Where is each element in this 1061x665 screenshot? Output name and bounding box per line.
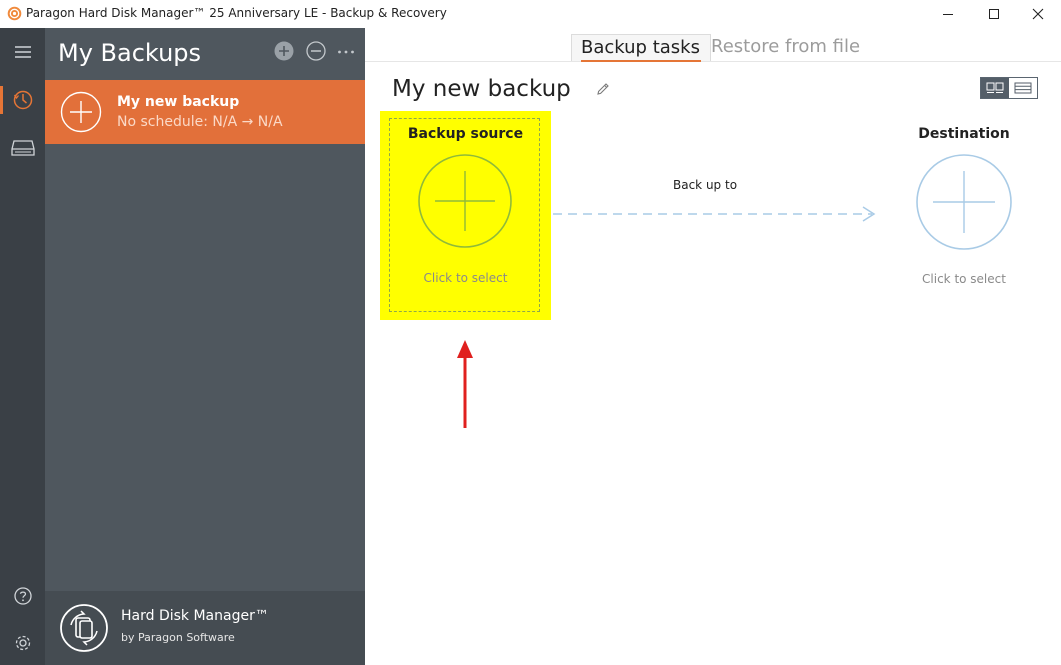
backup-item-name: My new backup (117, 94, 240, 110)
panel-title: My Backups (58, 39, 202, 67)
hard-disk-manager-logo-icon (60, 604, 108, 652)
add-destination-icon[interactable] (915, 153, 1013, 251)
active-tab-indicator (581, 60, 701, 62)
more-icon[interactable] (336, 41, 356, 61)
help-button[interactable] (0, 578, 45, 614)
list-view-button[interactable] (1009, 78, 1037, 98)
tiles-view-icon (986, 82, 1004, 93)
remove-icon[interactable] (306, 41, 326, 61)
dashed-arrow-icon (553, 206, 876, 222)
view-mode-toggle (980, 77, 1038, 99)
nav-rail (0, 28, 45, 665)
hamburger-icon (14, 46, 31, 58)
rail-item-disks[interactable] (0, 130, 45, 166)
backups-panel: My Backups My new backup No schedule: N/… (45, 28, 365, 665)
minimize-icon (943, 14, 953, 15)
main-content: Backup tasks Restore from file My new ba… (365, 28, 1061, 665)
title-bar: Paragon Hard Disk Manager™ 25 Anniversar… (0, 0, 1061, 28)
backup-source-card[interactable]: Backup source Click to select (380, 111, 551, 320)
list-view-icon (1014, 82, 1032, 94)
tab-restore-from-file[interactable]: Restore from file (711, 34, 860, 60)
product-vendor: by Paragon Software (121, 631, 235, 644)
product-name: Hard Disk Manager™ (121, 608, 269, 624)
tab-label: Backup tasks (581, 37, 700, 58)
close-icon (1032, 8, 1044, 20)
tiles-view-button[interactable] (981, 78, 1009, 98)
add-circle-icon (60, 91, 102, 133)
connector-label: Back up to (673, 178, 738, 192)
settings-button[interactable] (0, 625, 45, 661)
tab-backup-tasks[interactable]: Backup tasks (571, 34, 711, 62)
tab-bar: Backup tasks Restore from file (365, 28, 1061, 62)
product-footer: Hard Disk Manager™ by Paragon Software (45, 591, 365, 665)
destination-hint: Click to select (922, 272, 1006, 286)
backup-item-schedule: No schedule: N/A → N/A (117, 114, 283, 130)
backup-source-title: Backup source (407, 126, 524, 142)
rail-item-backup-recovery[interactable] (0, 82, 45, 118)
window-title: Paragon Hard Disk Manager™ 25 Anniversar… (26, 6, 447, 20)
maximize-icon (989, 9, 999, 19)
source-hint: Click to select (423, 271, 508, 285)
maximize-button[interactable] (971, 0, 1017, 28)
paragon-app-icon (7, 6, 22, 21)
minimize-button[interactable] (925, 0, 971, 28)
add-source-icon[interactable] (417, 153, 513, 249)
close-button[interactable] (1015, 0, 1061, 28)
help-icon (13, 587, 32, 605)
add-icon[interactable] (274, 41, 294, 61)
menu-button[interactable] (0, 34, 45, 70)
clock-icon (13, 90, 32, 110)
tab-label: Restore from file (711, 36, 861, 57)
annotation-arrow-icon (457, 340, 473, 428)
task-title: My new backup (392, 76, 571, 102)
disk-drive-icon (10, 140, 35, 156)
pencil-icon[interactable] (595, 81, 611, 97)
destination-title: Destination (918, 126, 1010, 142)
gear-icon (15, 635, 30, 651)
backup-list-item[interactable]: My new backup No schedule: N/A → N/A (45, 80, 365, 144)
